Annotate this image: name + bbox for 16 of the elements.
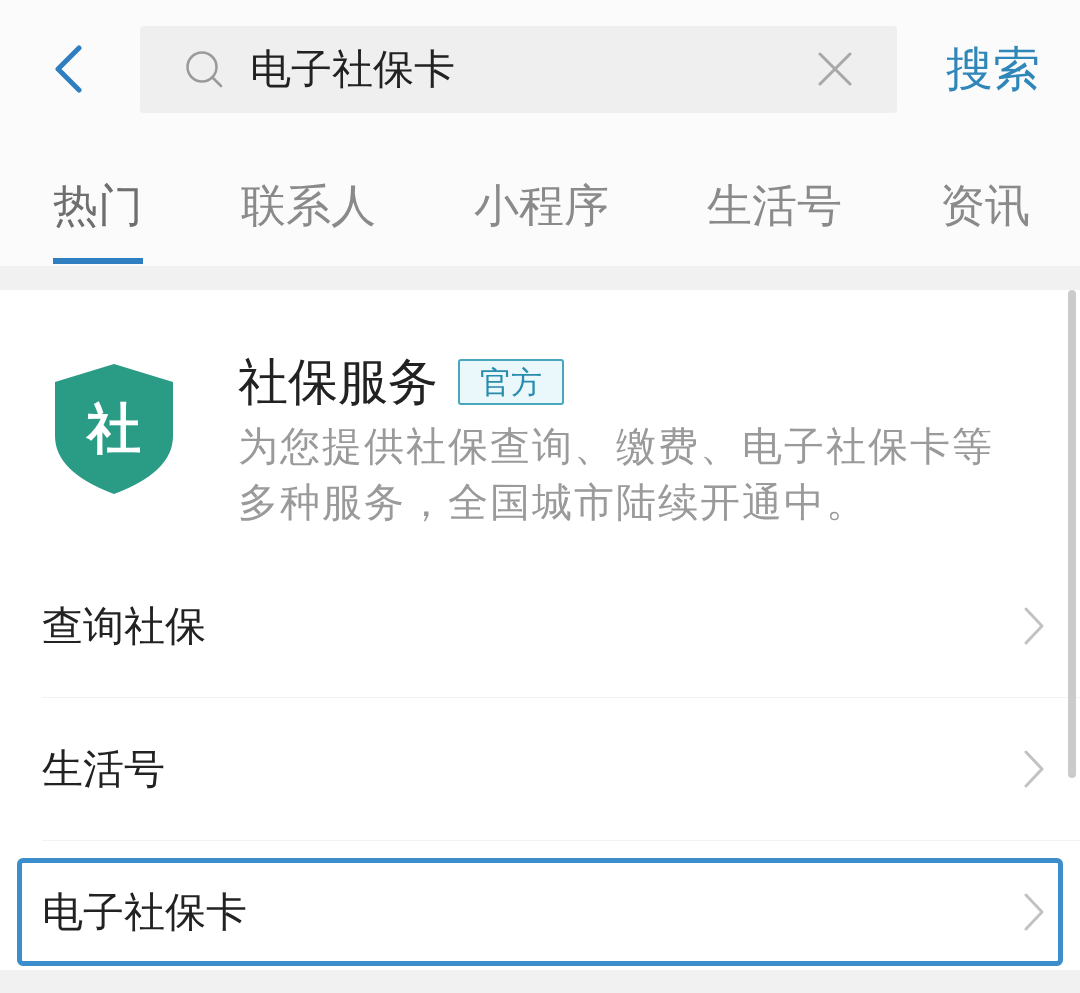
result-item[interactable]: 电子社保卡	[17, 858, 1063, 966]
search-input[interactable]: 电子社保卡	[250, 45, 818, 93]
search-icon	[185, 50, 223, 88]
service-logo: 社	[55, 364, 173, 494]
chevron-right-icon	[1023, 749, 1045, 789]
back-icon	[53, 45, 83, 93]
tab[interactable]: 热门	[53, 138, 143, 264]
chevron-right-icon	[1023, 606, 1045, 646]
result-item[interactable]: 生活号	[17, 715, 1063, 823]
service-description: 为您提供社保查询、缴费、电子社保卡等多种服务，全国城市陆续开通中。	[238, 422, 995, 527]
official-badge: 官方	[458, 359, 564, 405]
service-title[interactable]: 社保服务	[238, 352, 438, 412]
chevron-right-icon	[1023, 892, 1045, 932]
search-field[interactable]: 电子社保卡	[140, 25, 897, 113]
result-item[interactable]: 查询社保	[17, 572, 1063, 680]
search-button[interactable]: 搜索	[946, 39, 1040, 99]
